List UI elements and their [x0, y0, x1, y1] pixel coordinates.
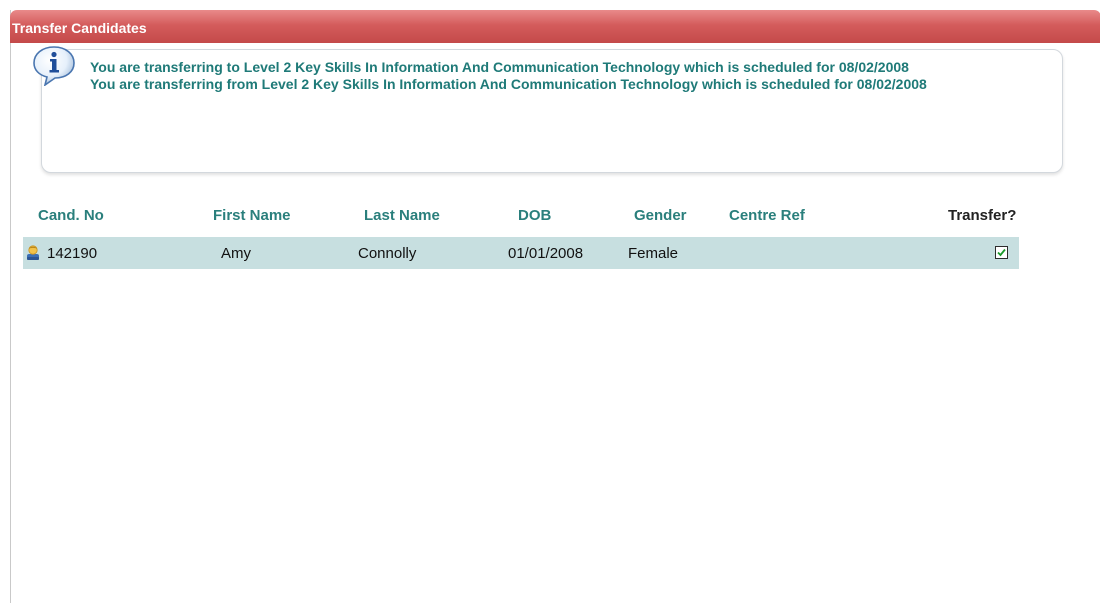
- info-message: You are transferring to Level 2 Key Skil…: [90, 59, 1050, 93]
- column-header-first-name[interactable]: First Name: [213, 207, 291, 224]
- info-speech-bubble-icon: [33, 46, 75, 86]
- column-header-transfer: Transfer?: [948, 207, 1017, 224]
- transfer-from-message: You are transferring from Level 2 Key Sk…: [90, 76, 927, 92]
- table-row[interactable]: 142190 Amy Connolly 01/01/2008 Female: [23, 237, 1019, 269]
- last-name-cell: Connolly: [358, 245, 417, 262]
- first-name-cell: Amy: [221, 245, 251, 262]
- gender-cell: Female: [628, 245, 679, 262]
- column-header-cand-no[interactable]: Cand. No: [38, 207, 104, 224]
- column-header-gender[interactable]: Gender: [634, 207, 687, 224]
- person-icon: [27, 245, 39, 260]
- column-header-last-name[interactable]: Last Name: [364, 207, 440, 224]
- transfer-to-message: You are transferring to Level 2 Key Skil…: [90, 59, 909, 75]
- column-header-centre-ref[interactable]: Centre Ref: [729, 207, 805, 224]
- column-header-dob[interactable]: DOB: [518, 207, 551, 224]
- checkmark-icon: [997, 248, 1006, 257]
- dob-cell: 01/01/2008: [508, 245, 584, 262]
- transfer-checkbox[interactable]: [995, 246, 1008, 259]
- cand-no-cell: 142190: [47, 245, 98, 262]
- panel-title: Transfer Candidates: [12, 20, 147, 36]
- panel-header: Transfer Candidates: [10, 10, 1100, 43]
- info-message-box: You are transferring to Level 2 Key Skil…: [33, 46, 1063, 173]
